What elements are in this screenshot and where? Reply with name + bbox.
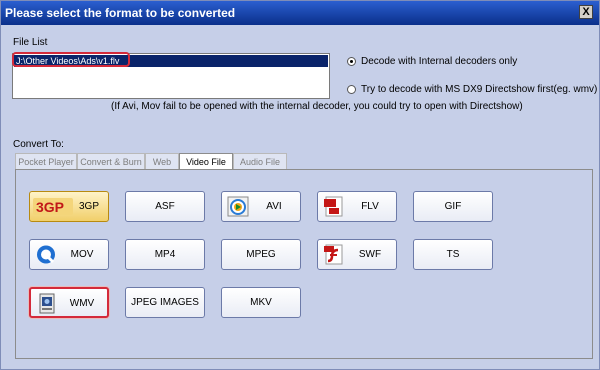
format-label: JPEG IMAGES — [131, 297, 199, 308]
format-dialog: Please select the format to be converted… — [0, 0, 600, 370]
format-label: 3GP — [78, 201, 99, 212]
format-label: GIF — [444, 201, 462, 212]
avi-media-icon — [227, 196, 249, 217]
tab-web[interactable]: Web — [145, 153, 179, 169]
format-button-asf[interactable]: ASF — [125, 191, 205, 222]
tab-audio-file[interactable]: Audio File — [233, 153, 287, 169]
dialog-title: Please select the format to be converted — [5, 6, 236, 20]
format-button-mpeg[interactable]: MPEG — [221, 239, 301, 270]
format-button-flv[interactable]: FLV — [317, 191, 397, 222]
quicktime-icon — [35, 244, 57, 265]
svg-text:3GP: 3GP — [36, 199, 64, 215]
format-label: MP4 — [154, 249, 176, 260]
flash-icon — [323, 244, 345, 265]
radio-directshow-decoder[interactable] — [347, 85, 356, 94]
format-label: AVI — [266, 201, 282, 212]
close-button[interactable]: X — [579, 5, 593, 19]
format-button-mov[interactable]: MOV — [29, 239, 109, 270]
file-list-label: File List — [13, 37, 48, 48]
radio-internal-decoders[interactable] — [347, 57, 356, 66]
format-label: SWF — [358, 249, 382, 260]
tab-pocket-player[interactable]: Pocket Player — [15, 153, 77, 169]
format-button-mp4[interactable]: MP4 — [125, 239, 205, 270]
radio-internal-decoders-label[interactable]: Decode with Internal decoders only — [361, 56, 517, 67]
3gp-logo-icon: 3GP — [33, 196, 73, 217]
format-label: ASF — [155, 201, 175, 212]
format-button-jpeg-images[interactable]: JPEG IMAGES — [125, 287, 205, 318]
decoder-note: (If Avi, Mov fail to be opened with the … — [111, 101, 523, 112]
format-label: WMV — [69, 298, 95, 309]
format-button-ts[interactable]: TS — [413, 239, 493, 270]
radio-directshow-decoder-label[interactable]: Try to decode with MS DX9 Directshow fir… — [361, 84, 597, 95]
flv-file-icon — [323, 196, 345, 217]
convert-to-label: Convert To: — [13, 139, 64, 150]
format-button-wmv[interactable]: WMV — [29, 287, 109, 318]
format-button-3gp[interactable]: 3GP 3GP — [29, 191, 109, 222]
format-button-gif[interactable]: GIF — [413, 191, 493, 222]
format-label: MPEG — [246, 249, 276, 260]
format-button-avi[interactable]: AVI — [221, 191, 301, 222]
format-label: MKV — [250, 297, 272, 308]
format-label: TS — [446, 249, 460, 260]
format-button-mkv[interactable]: MKV — [221, 287, 301, 318]
title-bar: Please select the format to be converted… — [1, 1, 599, 25]
format-button-swf[interactable]: SWF — [317, 239, 397, 270]
tab-convert-burn[interactable]: Convert & Burn — [77, 153, 145, 169]
format-label: MOV — [70, 249, 94, 260]
tab-video-file[interactable]: Video File — [179, 153, 233, 169]
file-highlight-annotation — [12, 52, 130, 67]
format-label: FLV — [361, 201, 379, 212]
wmv-file-icon — [36, 293, 58, 314]
